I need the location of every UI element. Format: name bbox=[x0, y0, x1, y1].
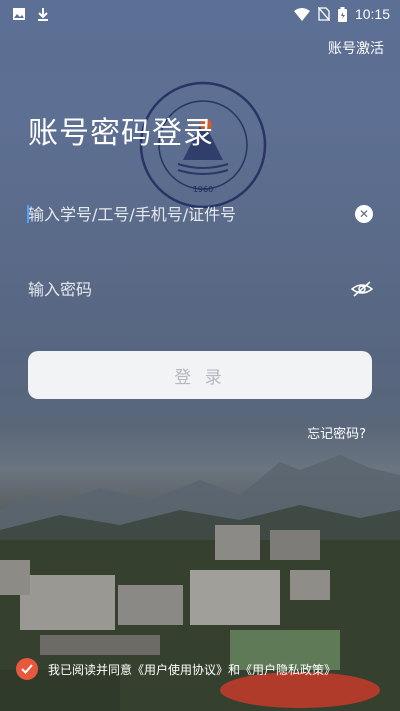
terms-link[interactable]: 《用户使用协议》 bbox=[132, 663, 228, 677]
status-bar: 10:15 bbox=[0, 0, 400, 28]
clear-input-icon[interactable]: ✕ bbox=[355, 205, 373, 223]
image-icon bbox=[13, 8, 25, 20]
download-icon bbox=[38, 8, 48, 21]
campus-buildings-illustration bbox=[0, 525, 400, 711]
emblem-year: 1960 bbox=[193, 185, 213, 194]
status-time: 10:15 bbox=[354, 6, 390, 22]
forgot-password-link[interactable]: 忘记密码? bbox=[307, 423, 366, 442]
battery-icon bbox=[337, 6, 347, 22]
username-field[interactable]: ✕ bbox=[27, 199, 373, 229]
agreement-and: 和 bbox=[228, 662, 241, 677]
password-input[interactable] bbox=[28, 279, 351, 299]
login-button[interactable]: 登 录 bbox=[28, 351, 372, 399]
agreement-checkbox[interactable] bbox=[16, 658, 38, 680]
agreement-row: 我已阅读并同意《用户使用协议》和《用户隐私政策》 bbox=[16, 658, 336, 680]
username-input[interactable] bbox=[28, 204, 355, 224]
no-sim-icon bbox=[317, 7, 330, 21]
page-title: 账号密码登录 bbox=[28, 116, 214, 151]
eye-hidden-icon[interactable] bbox=[351, 280, 373, 298]
check-icon bbox=[21, 664, 33, 674]
agreement-text: 我已阅读并同意《用户使用协议》和《用户隐私政策》 bbox=[48, 661, 336, 678]
agreement-prefix: 我已阅读并同意 bbox=[48, 662, 133, 677]
privacy-link[interactable]: 《用户隐私政策》 bbox=[240, 663, 336, 677]
text-cursor bbox=[27, 205, 29, 223]
password-field[interactable] bbox=[28, 274, 373, 304]
account-activate-link[interactable]: 账号激活 bbox=[328, 38, 384, 58]
wifi-icon bbox=[293, 8, 310, 21]
